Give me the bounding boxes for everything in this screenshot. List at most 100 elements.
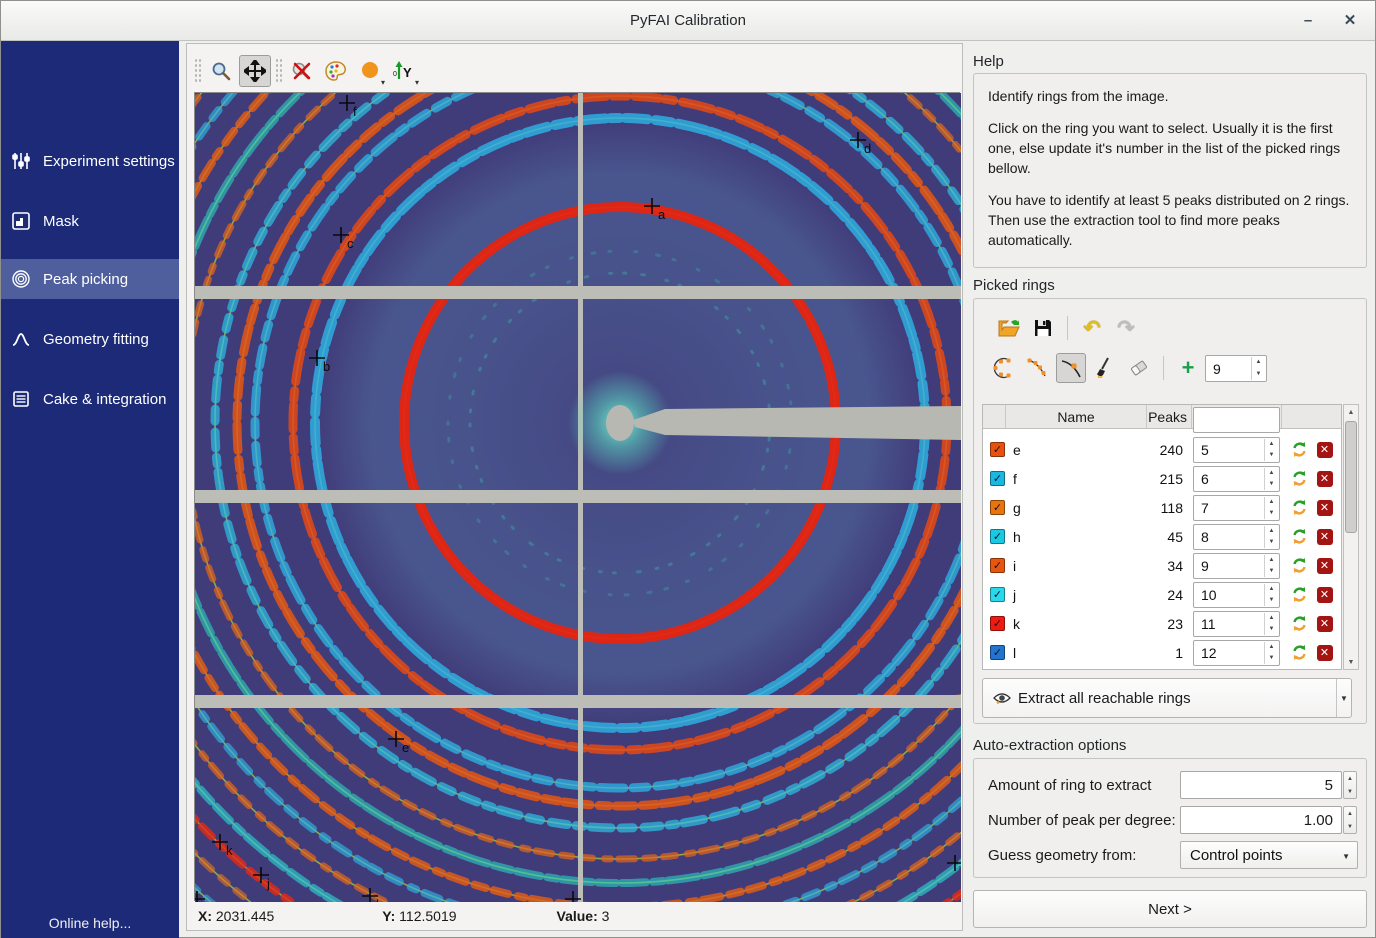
spin-arrows[interactable]: ▲▼ bbox=[1264, 642, 1278, 664]
unzoom-tool-button[interactable] bbox=[286, 55, 318, 87]
refresh-ring-button[interactable] bbox=[1291, 557, 1308, 574]
colormap-tool-button[interactable] bbox=[320, 55, 352, 87]
undo-icon: ↶ bbox=[1083, 316, 1101, 340]
refresh-ring-button[interactable] bbox=[1291, 586, 1308, 603]
add-ring-button[interactable]: + bbox=[1173, 353, 1203, 383]
spin-arrows[interactable]: ▲▼ bbox=[1264, 555, 1278, 577]
magnifier-x-icon bbox=[290, 60, 314, 82]
table-row[interactable]: ✓ i 34 9 ▲▼ bbox=[983, 551, 1341, 580]
refresh-ring-button[interactable] bbox=[1291, 441, 1308, 458]
ring-number-spinbox[interactable]: 11 ▲▼ bbox=[1193, 611, 1280, 637]
dropdown-arrow-icon: ▾ bbox=[381, 78, 385, 87]
sidebar-item-mask[interactable]: Mask bbox=[1, 201, 179, 241]
delete-ring-button[interactable]: ✕ bbox=[1317, 558, 1333, 574]
spin-arrows[interactable]: ▲▼ bbox=[1251, 357, 1265, 380]
delete-ring-button[interactable]: ✕ bbox=[1317, 500, 1333, 516]
redo-button[interactable]: ↷ bbox=[1111, 313, 1141, 343]
guess-geometry-combobox[interactable]: Control points ▼ bbox=[1180, 841, 1358, 869]
sidebar-item-peak-picking[interactable]: Peak picking bbox=[1, 259, 179, 299]
ring-visibility-checkbox[interactable]: ✓ bbox=[990, 442, 1005, 457]
save-rings-button[interactable] bbox=[1028, 313, 1058, 343]
amount-label: Amount of ring to extract bbox=[988, 777, 1151, 794]
mask-marker-tool-button[interactable]: ▾ bbox=[354, 55, 386, 87]
refresh-ring-button[interactable] bbox=[1291, 528, 1308, 545]
table-row[interactable]: ✓ k 23 11 ▲▼ bbox=[983, 609, 1341, 638]
pick-arc-tool[interactable] bbox=[1022, 353, 1052, 383]
ring-visibility-checkbox[interactable]: ✓ bbox=[990, 587, 1005, 602]
ring-visibility-checkbox[interactable]: ✓ bbox=[990, 529, 1005, 544]
peak-per-degree-field[interactable]: 1.00 bbox=[1180, 806, 1342, 834]
ring-visibility-checkbox[interactable]: ✓ bbox=[990, 558, 1005, 573]
toolbar-grip[interactable] bbox=[275, 58, 282, 84]
delete-ring-button[interactable]: ✕ bbox=[1317, 616, 1333, 632]
delete-ring-button[interactable]: ✕ bbox=[1317, 645, 1333, 661]
pick-full-ring-tool[interactable] bbox=[988, 353, 1018, 383]
spin-arrows[interactable]: ▲▼ bbox=[1264, 439, 1278, 461]
table-row[interactable]: ✓ f 215 6 ▲▼ bbox=[983, 464, 1341, 493]
ring-visibility-checkbox[interactable]: ✓ bbox=[990, 500, 1005, 515]
ring-visibility-checkbox[interactable]: ✓ bbox=[990, 471, 1005, 486]
refresh-ring-button[interactable] bbox=[1291, 644, 1308, 661]
ring-visibility-checkbox[interactable]: ✓ bbox=[990, 645, 1005, 660]
table-row[interactable]: ✓ h 45 8 ▲▼ bbox=[983, 522, 1341, 551]
sidebar-item-geometry-fitting[interactable]: Geometry fitting bbox=[1, 319, 179, 359]
y-axis-tool-button[interactable]: Y 0 ▾ bbox=[388, 55, 420, 87]
spin-arrows[interactable]: ▲▼ bbox=[1264, 497, 1278, 519]
scroll-up-arrow[interactable]: ▲ bbox=[1344, 405, 1358, 419]
undo-button[interactable]: ↶ bbox=[1077, 313, 1107, 343]
amount-spin-arrows[interactable]: ▲▼ bbox=[1343, 771, 1357, 799]
eraser-tool[interactable] bbox=[1124, 353, 1154, 383]
ring-visibility-checkbox[interactable]: ✓ bbox=[990, 616, 1005, 631]
ring-number-spinbox[interactable]: 8 ▲▼ bbox=[1193, 524, 1280, 550]
delete-ring-button[interactable]: ✕ bbox=[1317, 442, 1333, 458]
new-ring-number-spinbox[interactable]: 9 ▲▼ bbox=[1205, 355, 1267, 382]
sidebar-item-label: Mask bbox=[43, 213, 79, 230]
brush-tool[interactable] bbox=[1090, 353, 1120, 383]
ring-number-spinbox[interactable]: 6 ▲▼ bbox=[1193, 466, 1280, 492]
table-row[interactable]: ✓ j 24 10 ▲▼ bbox=[983, 580, 1341, 609]
ring-number-spinbox[interactable]: 5 ▲▼ bbox=[1193, 437, 1280, 463]
scrollbar-thumb[interactable] bbox=[1345, 421, 1357, 533]
separator bbox=[1163, 356, 1164, 380]
table-scrollbar[interactable]: ▲ ▼ bbox=[1343, 404, 1359, 670]
sidebar-item-cake-integration[interactable]: Cake & integration bbox=[1, 379, 179, 419]
diffraction-plot[interactable]: abcdefhjk bbox=[194, 92, 960, 901]
sidebar-item-experiment-settings[interactable]: Experiment settings bbox=[1, 141, 179, 181]
spin-arrows[interactable]: ▲▼ bbox=[1264, 468, 1278, 490]
refresh-ring-button[interactable] bbox=[1291, 615, 1308, 632]
table-row[interactable]: ✓ g 118 7 ▲▼ bbox=[983, 493, 1341, 522]
minimize-button[interactable]: – bbox=[1293, 9, 1323, 33]
spin-arrows[interactable]: ▲▼ bbox=[1264, 613, 1278, 635]
spin-arrows[interactable]: ▲▼ bbox=[1264, 526, 1278, 548]
table-row[interactable]: ✓ l 1 12 ▲▼ bbox=[983, 638, 1341, 667]
spin-arrows[interactable]: ▲▼ bbox=[1264, 584, 1278, 606]
zoom-tool-button[interactable] bbox=[205, 55, 237, 87]
pick-single-peak-tool[interactable] bbox=[1056, 353, 1086, 383]
pyfai-window: PyFAI Calibration – ✕ Experiment setting… bbox=[0, 0, 1376, 938]
ring-number-spinbox[interactable]: 7 ▲▼ bbox=[1193, 495, 1280, 521]
peak-spin-arrows[interactable]: ▲▼ bbox=[1343, 806, 1357, 834]
refresh-ring-button[interactable] bbox=[1291, 470, 1308, 487]
close-button[interactable]: ✕ bbox=[1335, 9, 1365, 33]
online-help-link[interactable]: Online help... bbox=[1, 915, 179, 931]
extract-dropdown-arrow[interactable]: ▼ bbox=[1336, 679, 1351, 717]
next-button[interactable]: Next > bbox=[973, 890, 1367, 928]
extract-rings-button[interactable]: Extract all reachable rings ▼ bbox=[982, 678, 1352, 718]
pan-tool-button[interactable] bbox=[239, 55, 271, 87]
delete-ring-button[interactable]: ✕ bbox=[1317, 529, 1333, 545]
rings-file-toolbar: ↶ ↷ bbox=[992, 313, 1143, 343]
scroll-down-arrow[interactable]: ▼ bbox=[1344, 655, 1358, 669]
table-row[interactable]: ✓ e 240 5 ▲▼ bbox=[983, 435, 1341, 464]
amount-field[interactable]: 5 bbox=[1180, 771, 1342, 799]
refresh-ring-button[interactable] bbox=[1291, 499, 1308, 516]
ring-peak-count: 45 bbox=[1147, 529, 1192, 545]
load-rings-button[interactable] bbox=[994, 313, 1024, 343]
delete-ring-button[interactable]: ✕ bbox=[1317, 587, 1333, 603]
ring-peak-count: 23 bbox=[1147, 616, 1192, 632]
delete-ring-button[interactable]: ✕ bbox=[1317, 471, 1333, 487]
svg-text:d: d bbox=[864, 141, 871, 156]
ring-number-spinbox[interactable]: 10 ▲▼ bbox=[1193, 582, 1280, 608]
toolbar-grip[interactable] bbox=[194, 58, 201, 84]
ring-number-spinbox[interactable]: 12 ▲▼ bbox=[1193, 640, 1280, 666]
ring-number-spinbox[interactable]: 9 ▲▼ bbox=[1193, 553, 1280, 579]
